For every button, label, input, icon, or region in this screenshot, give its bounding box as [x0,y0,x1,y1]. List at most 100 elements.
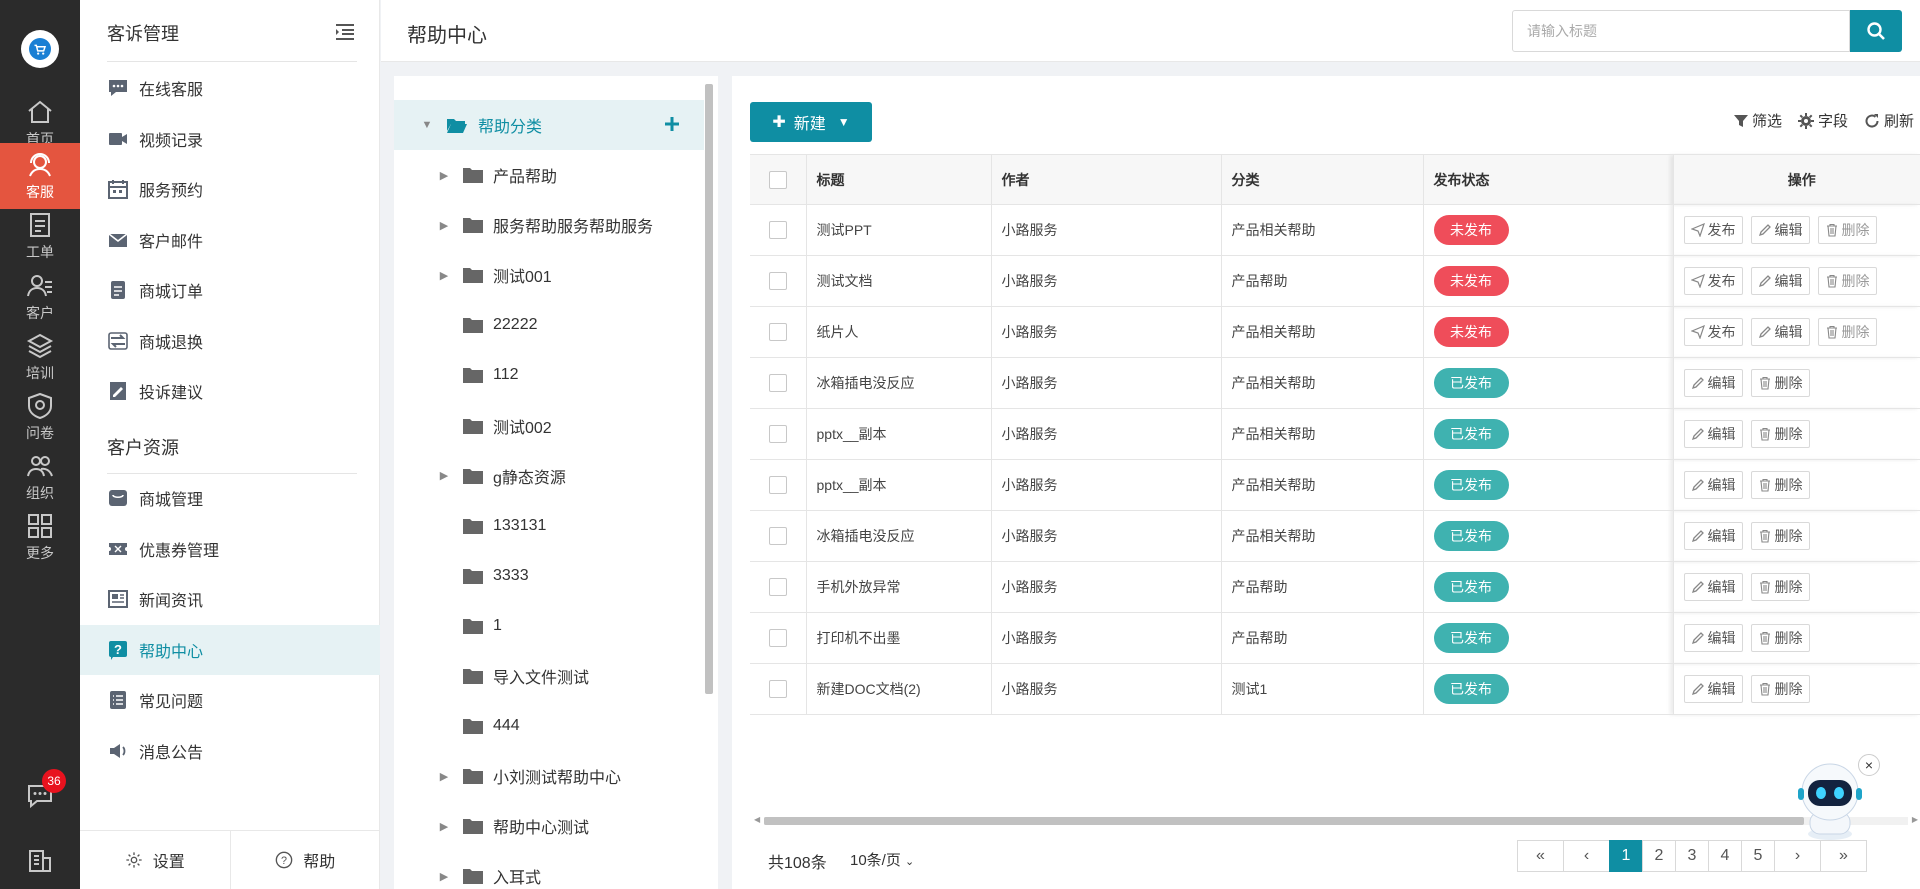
first-page-button[interactable]: « [1517,840,1564,872]
caret-down-icon[interactable]: ▼ [420,119,434,131]
caret-right-icon[interactable]: ▶ [437,269,451,282]
rail-item-layers[interactable]: 培训 [0,327,80,387]
tree-scrollbar[interactable] [704,84,714,889]
scrollbar-thumb[interactable] [705,84,713,694]
help-button[interactable]: ? 帮助 [229,831,381,889]
edit-button[interactable]: 编辑 [1750,267,1810,295]
tree-node[interactable]: ▶ 测试001 [394,250,704,300]
building-icon[interactable] [0,836,80,886]
sidebar-item-return[interactable]: 商城退换 [80,316,380,366]
sidebar-item-video[interactable]: 视频记录 [80,114,380,164]
next-page-button[interactable]: › [1774,840,1821,872]
cell-title[interactable]: 测试PPT [805,204,991,256]
caret-right-icon[interactable]: ▶ [437,820,451,833]
caret-right-icon[interactable]: ▶ [437,870,451,883]
delete-button[interactable]: 删除 [1750,522,1810,550]
caret-right-icon[interactable]: ▶ [437,169,451,182]
page-number-button[interactable]: 4 [1708,840,1742,872]
add-category-icon[interactable] [664,116,680,137]
page-number-button[interactable]: 1 [1609,840,1643,872]
delete-button[interactable]: 删除 [1817,216,1877,244]
sidebar-item-news[interactable]: 新闻资讯 [80,574,380,624]
row-checkbox[interactable] [768,374,787,393]
row-checkbox[interactable] [768,323,787,342]
table-row[interactable]: 新建DOC文档(2) 小路服务 测试1 已发布 编辑 删除 [750,663,1920,715]
column-header-category[interactable]: 分类 [1220,154,1423,205]
scroll-right-icon[interactable]: ▶ [1912,815,1918,824]
rail-item-clipboard[interactable]: 工单 [0,206,80,266]
row-checkbox[interactable] [768,578,787,597]
row-checkbox[interactable] [768,527,787,546]
edit-button[interactable]: 编辑 [1750,318,1810,346]
delete-button[interactable]: 删除 [1817,318,1877,346]
prev-page-button[interactable]: ‹ [1563,840,1610,872]
rail-item-headset[interactable]: 客服 [0,143,80,209]
last-page-button[interactable]: » [1820,840,1867,872]
messages-icon[interactable] [0,770,80,820]
cell-title[interactable]: pptx__副本 [805,408,991,460]
tree-node[interactable]: ▶ 小刘测试帮助中心 [394,751,704,801]
caret-right-icon[interactable]: ▶ [437,219,451,232]
delete-button[interactable]: 删除 [1750,675,1810,703]
fields-button[interactable]: 字段 [1797,110,1848,131]
page-number-button[interactable]: 5 [1741,840,1775,872]
select-all-checkbox[interactable] [768,170,787,189]
table-row[interactable]: 纸片人 小路服务 产品相关帮助 未发布 发布 编辑 删除 [750,306,1920,358]
page-number-button[interactable]: 3 [1675,840,1709,872]
cell-title[interactable]: pptx__副本 [805,459,991,511]
close-icon[interactable]: × [1858,754,1880,776]
search-button[interactable] [1850,10,1902,52]
edit-button[interactable]: 编辑 [1683,471,1743,499]
edit-button[interactable]: 编辑 [1683,522,1743,550]
sidebar-item-order[interactable]: 商城订单 [80,265,380,315]
sidebar-item-mail[interactable]: 客户邮件 [80,215,380,265]
sidebar-item-shop[interactable]: 商城管理 [80,473,380,523]
sidebar-item-chat[interactable]: 在线客服 [80,63,380,113]
edit-button[interactable]: 编辑 [1750,216,1810,244]
delete-button[interactable]: 删除 [1750,471,1810,499]
cell-title[interactable]: 新建DOC文档(2) [805,663,991,715]
rail-item-user[interactable]: 客户 [0,267,80,327]
settings-button[interactable]: 设置 [80,831,230,889]
table-row[interactable]: 打印机不出墨 小路服务 产品帮助 已发布 编辑 删除 [750,612,1920,664]
sidebar-item-edit-doc[interactable]: 投诉建议 [80,366,380,416]
publish-button[interactable]: 发布 [1683,267,1743,295]
table-row[interactable]: 冰箱插电没反应 小路服务 产品相关帮助 已发布 编辑 删除 [750,510,1920,562]
cell-title[interactable]: 打印机不出墨 [805,612,991,664]
tree-root-node[interactable]: ▼ 帮助分类 [394,100,704,150]
column-header-title[interactable]: 标题 [805,154,991,205]
table-row[interactable]: 手机外放异常 小路服务 产品帮助 已发布 编辑 删除 [750,561,1920,613]
caret-right-icon[interactable]: ▶ [437,469,451,482]
caret-right-icon[interactable]: ▶ [437,770,451,783]
rail-item-grid[interactable]: 更多 [0,507,80,567]
tree-node[interactable]: 1 [394,601,704,651]
cell-title[interactable]: 手机外放异常 [805,561,991,613]
sidebar-item-coupon[interactable]: 优惠券管理 [80,524,380,574]
edit-button[interactable]: 编辑 [1683,420,1743,448]
sidebar-item-list[interactable]: 常见问题 [80,675,380,725]
tree-node[interactable]: ▶ 帮助中心测试 [394,801,704,851]
tree-node[interactable]: 444 [394,701,704,751]
edit-button[interactable]: 编辑 [1683,369,1743,397]
tree-node[interactable]: ▶ 服务帮助服务帮助服务 [394,200,704,250]
search-input[interactable] [1512,10,1850,52]
edit-button[interactable]: 编辑 [1683,573,1743,601]
tree-node[interactable]: ▶ 入耳式 [394,851,704,889]
publish-button[interactable]: 发布 [1683,318,1743,346]
row-checkbox[interactable] [768,425,787,444]
tree-node[interactable]: 112 [394,350,704,400]
table-row[interactable]: pptx__副本 小路服务 产品相关帮助 已发布 编辑 删除 [750,408,1920,460]
delete-button[interactable]: 删除 [1750,369,1810,397]
tree-node[interactable]: 133131 [394,501,704,551]
tree-node[interactable]: 测试002 [394,401,704,451]
row-checkbox[interactable] [768,629,787,648]
tree-node[interactable]: ▶ 产品帮助 [394,150,704,200]
cell-title[interactable]: 冰箱插电没反应 [805,357,991,409]
row-checkbox[interactable] [768,272,787,291]
sidebar-item-speaker[interactable]: 消息公告 [80,726,380,776]
table-row[interactable]: 冰箱插电没反应 小路服务 产品相关帮助 已发布 编辑 删除 [750,357,1920,409]
edit-button[interactable]: 编辑 [1683,624,1743,652]
column-header-author[interactable]: 作者 [990,154,1221,205]
publish-button[interactable]: 发布 [1683,216,1743,244]
column-header-status[interactable]: 发布状态 [1422,154,1673,205]
